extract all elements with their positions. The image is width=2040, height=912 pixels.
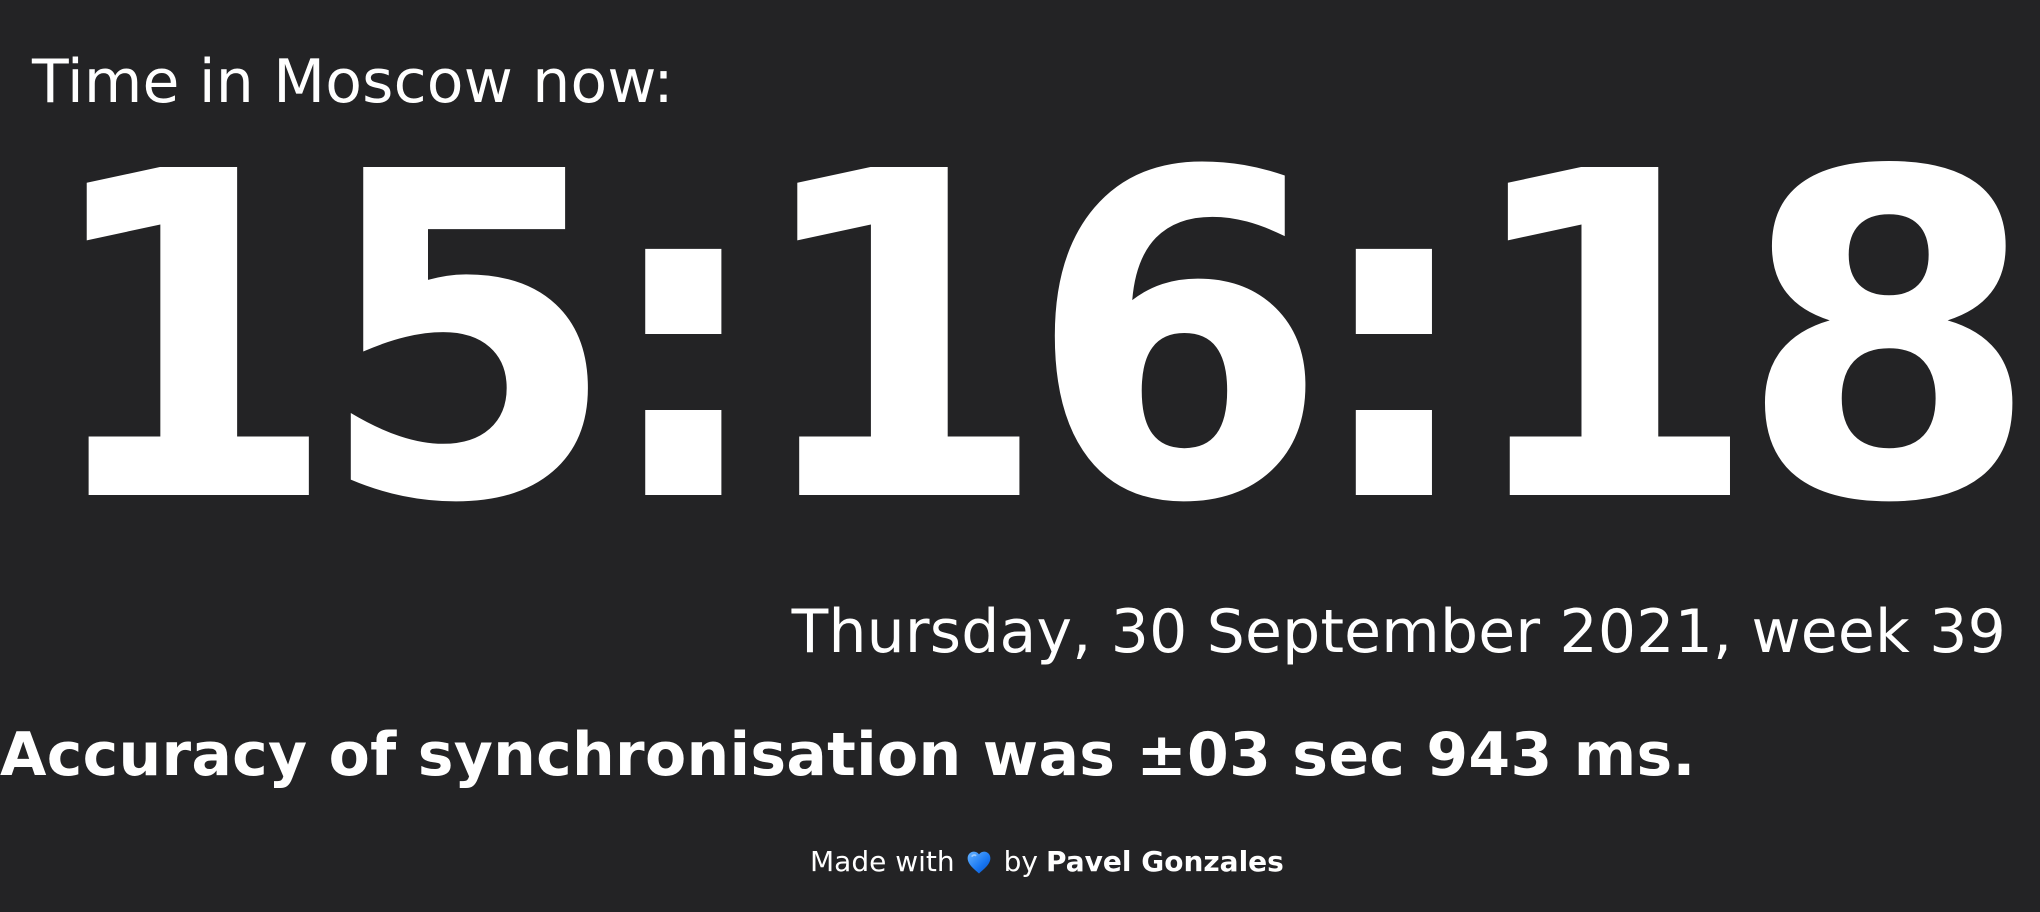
world-clock-page: Time in Moscow now: 15:16:18 Thursday, 3… (0, 0, 2040, 912)
current-time-display: 15:16:18 (38, 78, 2039, 602)
blue-heart-icon (965, 849, 993, 877)
current-date: Thursday, 30 September 2021, week 39 (791, 597, 2006, 667)
footer-credits: Made with by Pavel Gonzales (810, 845, 1284, 879)
synchronisation-accuracy: Accuracy of synchronisation was ±03 sec … (0, 720, 1696, 790)
by-label: by (1003, 845, 1038, 878)
made-with-label: Made with (810, 845, 955, 878)
author-link[interactable]: Pavel Gonzales (1046, 848, 1284, 876)
